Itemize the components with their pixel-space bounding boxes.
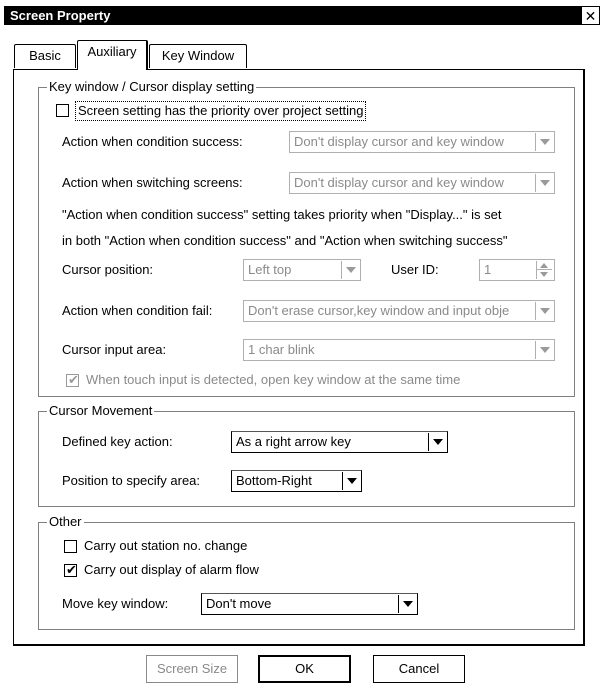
tab-auxiliary[interactable]: Auxiliary <box>77 40 148 70</box>
user-id-spinner[interactable]: 1 <box>479 259 555 281</box>
check-icon: ✔ <box>66 562 77 577</box>
chevron-down-icon[interactable] <box>535 174 553 192</box>
screen-size-button[interactable]: Screen Size <box>146 655 238 683</box>
priority-note-line2: in both "Action when condition success" … <box>62 233 508 248</box>
chevron-down-icon[interactable] <box>398 595 416 613</box>
chevron-down-icon[interactable] <box>428 433 446 451</box>
priority-checkbox[interactable] <box>56 104 69 117</box>
position-specify-area-value: Bottom-Right <box>236 473 312 488</box>
alarm-flow-checkbox[interactable]: ✔ <box>64 562 77 577</box>
cursor-input-area-label: Cursor input area: <box>62 342 167 357</box>
screen-property-dialog: Screen Property ✕ Basic Auxiliary Key Wi… <box>0 0 603 695</box>
station-change-checkbox[interactable] <box>64 540 77 553</box>
user-id-value: 1 <box>484 262 492 277</box>
defined-key-action-select[interactable]: As a right arrow key <box>231 431 448 453</box>
defined-key-action-label: Defined key action: <box>62 434 173 449</box>
position-specify-area-label: Position to specify area: <box>62 473 201 488</box>
group-title-other: Other <box>47 514 84 530</box>
priority-note-line1: "Action when condition success" setting … <box>62 207 502 222</box>
position-specify-area-select[interactable]: Bottom-Right <box>231 470 362 492</box>
chevron-down-icon[interactable] <box>535 133 553 151</box>
check-icon: ✔ <box>68 372 79 387</box>
action-condition-fail-label: Action when condition fail: <box>62 303 213 318</box>
tab-basic[interactable]: Basic <box>14 44 76 68</box>
ok-button[interactable]: OK <box>258 655 351 683</box>
cursor-input-area-value: 1 char blink <box>248 342 315 357</box>
defined-key-action-value: As a right arrow key <box>236 434 351 449</box>
group-title-key-window: Key window / Cursor display setting <box>47 79 257 95</box>
chevron-down-icon[interactable] <box>535 302 553 320</box>
priority-checkbox-label[interactable]: Screen setting has the priority over pro… <box>75 101 367 121</box>
spinner-arrows-icon[interactable] <box>536 261 553 279</box>
user-id-label: User ID: <box>391 262 439 277</box>
close-button[interactable]: ✕ <box>581 6 600 25</box>
cursor-position-value: Left top <box>248 262 292 277</box>
title-bar[interactable]: Screen Property ✕ <box>4 6 600 25</box>
cursor-position-label: Cursor position: <box>62 262 154 277</box>
touch-input-checkbox[interactable]: ✔ <box>66 372 79 387</box>
window-title: Screen Property <box>10 8 111 23</box>
action-condition-success-select[interactable]: Don't display cursor and key window <box>289 131 555 153</box>
group-title-cursor-movement: Cursor Movement <box>47 403 155 419</box>
action-condition-success-label: Action when condition success: <box>62 134 243 149</box>
close-icon[interactable]: ✕ <box>585 8 597 24</box>
chevron-down-icon[interactable] <box>535 341 553 359</box>
cursor-position-select[interactable]: Left top <box>243 259 361 281</box>
move-key-window-value: Don't move <box>206 596 272 611</box>
action-switching-value: Don't display cursor and key window <box>294 175 504 190</box>
action-switching-select[interactable]: Don't display cursor and key window <box>289 172 555 194</box>
station-change-label[interactable]: Carry out station no. change <box>84 537 247 555</box>
alarm-flow-label[interactable]: Carry out display of alarm flow <box>84 561 259 579</box>
action-condition-success-value: Don't display cursor and key window <box>294 134 504 149</box>
cancel-button[interactable]: Cancel <box>373 655 465 683</box>
action-condition-fail-value: Don't erase cursor,key window and input … <box>248 303 510 318</box>
cursor-input-area-select[interactable]: 1 char blink <box>243 339 555 361</box>
action-condition-fail-select[interactable]: Don't erase cursor,key window and input … <box>243 300 555 322</box>
cursor-movement-group: Cursor Movement <box>38 403 575 507</box>
move-key-window-select[interactable]: Don't move <box>201 593 418 615</box>
move-key-window-label: Move key window: <box>62 596 169 611</box>
touch-input-checkbox-label: When touch input is detected, open key w… <box>86 372 461 387</box>
chevron-down-icon[interactable] <box>342 472 360 490</box>
tab-key-window[interactable]: Key Window <box>149 44 247 68</box>
action-switching-label: Action when switching screens: <box>62 175 243 190</box>
chevron-down-icon[interactable] <box>341 261 359 279</box>
